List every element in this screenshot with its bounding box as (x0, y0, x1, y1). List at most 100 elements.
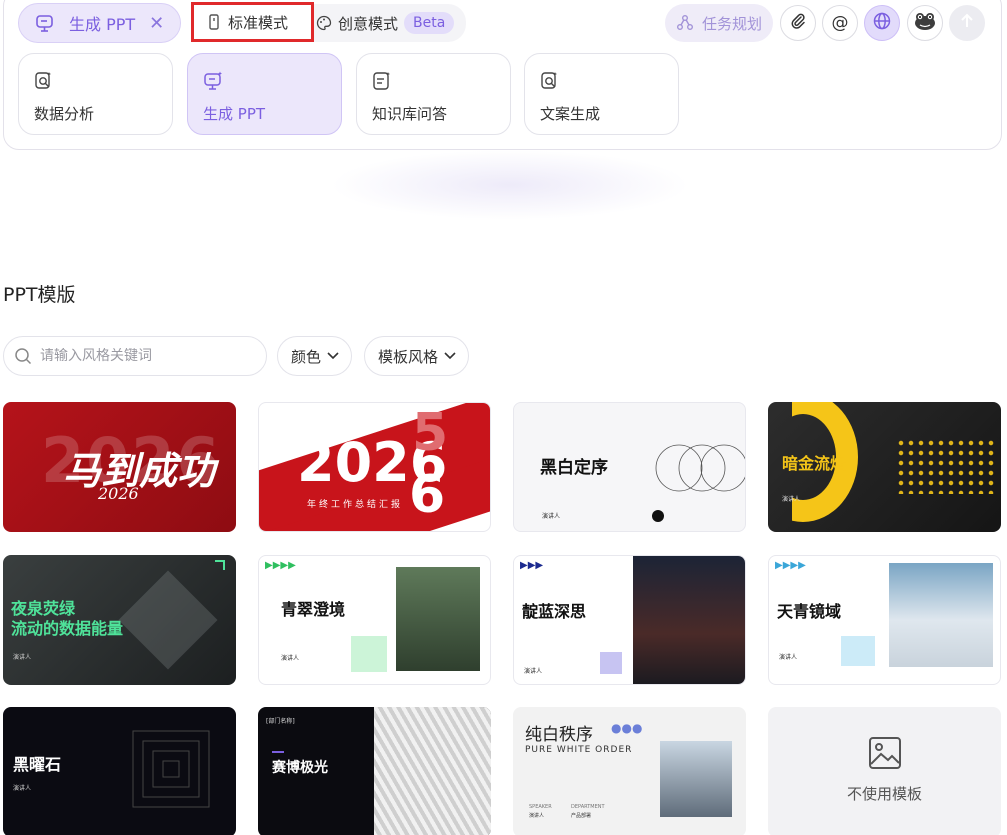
palette-icon (316, 15, 332, 31)
black-dot (652, 510, 664, 522)
agent-button[interactable] (907, 5, 943, 41)
document-icon (208, 14, 220, 30)
card-speaker: 演讲人 (779, 654, 798, 661)
no-template-label: 不使用模板 (846, 785, 922, 803)
template-card-cyber-aurora[interactable]: [部门名称] 赛博极光 (258, 707, 491, 835)
dots-graphic: ●●● (611, 721, 643, 735)
card-year-script: 2026 (98, 484, 139, 503)
purple-line (272, 751, 284, 753)
card-title: 天青镜域 (777, 602, 842, 621)
card-title: 靛蓝深思 (522, 602, 587, 621)
tool-label: 知识库问答 (372, 105, 448, 123)
tool-label: 数据分析 (34, 105, 95, 123)
at-icon: @ (831, 13, 849, 33)
style-filter-dropdown[interactable]: 模板风格 (364, 336, 470, 376)
card-title: 纯白秩序 (525, 725, 593, 745)
snow-mountain-photo (889, 563, 993, 667)
card-title: 暗金流焰 (782, 454, 847, 473)
card-subtitle: 年终工作总结汇报 (307, 500, 404, 510)
card-speaker: 演讲人 (542, 513, 561, 520)
globe-icon (872, 11, 892, 36)
background-glow (330, 150, 690, 220)
gold-dot-grid (896, 438, 996, 494)
card-speaker: 演讲人 (13, 785, 32, 792)
card-subtitle: PURE WHITE ORDER (525, 745, 633, 755)
card-title: 马到成功 (63, 448, 216, 493)
task-planning-button[interactable]: 任务规划 (665, 4, 773, 42)
ppt-mode-chip[interactable]: 生成 PPT ✕ (18, 3, 181, 43)
arrows-graphic: ▶▶▶▶ (265, 560, 296, 571)
template-card-2026-summary[interactable]: 2026-02-08 2026 5 6 年终工作总结汇报 (258, 402, 491, 532)
tool-card-data-analysis[interactable]: 数据分析 (18, 53, 173, 135)
template-card-night-spring-green[interactable]: 夜泉荧绿 流动的数据能量 演讲人 (3, 555, 236, 685)
no-template-card[interactable]: 不使用模板 (768, 707, 1001, 835)
template-card-obsidian[interactable]: 黑曜石 演讲人 (3, 707, 236, 835)
card-title-line2: 流动的数据能量 (11, 619, 124, 638)
search-input[interactable] (40, 348, 250, 364)
tool-card-copywriting[interactable]: 文案生成 (524, 53, 679, 135)
color-filter-dropdown[interactable]: 颜色 (277, 336, 353, 376)
frog-avatar-icon (913, 11, 937, 36)
office-photo (660, 741, 732, 817)
close-icon[interactable]: ✕ (149, 13, 164, 34)
purple-square-shape (600, 652, 622, 674)
send-button[interactable] (949, 5, 985, 41)
standard-mode-label: 标准模式 (228, 13, 289, 32)
speaker-value: 演讲人 (529, 813, 545, 819)
template-card-sky-mirror[interactable]: ▶▶▶▶ 天青镜域 演讲人 (768, 555, 1001, 685)
speaker-label: SPEAKER (529, 804, 552, 810)
green-square-shape (351, 636, 387, 672)
tool-card-ppt[interactable]: 生成 PPT (187, 53, 342, 135)
card-speaker: 演讲人 (13, 654, 32, 661)
department-value: 产品部署 (571, 813, 592, 819)
ppt-icon (35, 13, 55, 33)
style-search-field[interactable] (3, 336, 267, 376)
arrows-graphic: ▶▶▶ (520, 560, 544, 571)
creative-mode-label: 创意模式 (338, 14, 399, 33)
cyan-square-shape (841, 636, 875, 666)
arrow-graphic (215, 560, 225, 570)
attachment-button[interactable] (780, 5, 816, 41)
crystal-graphic (118, 570, 218, 670)
card-date: 2026-02-08 (299, 423, 340, 431)
card-digit-6: 6 (409, 465, 446, 525)
section-title: PPT模版 (3, 284, 76, 306)
search-icon (14, 347, 32, 365)
card-title: 黑白定序 (540, 458, 608, 478)
template-card-ma-dao-cheng-gong[interactable]: 2026 马到成功 2026 (3, 402, 236, 532)
card-title: 青翠澄境 (281, 600, 346, 619)
arrow-up-icon (959, 13, 975, 34)
card-speaker: 演讲人 (281, 655, 300, 662)
tool-label: 生成 PPT (203, 105, 266, 123)
card-title: 黑曜石 (13, 755, 62, 774)
ppt-chip-label: 生成 PPT (69, 15, 136, 34)
task-planning-label: 任务规划 (701, 14, 762, 33)
department-label: DEPARTMENT (571, 804, 605, 810)
data-analysis-icon (34, 71, 54, 91)
template-card-pure-white-order[interactable]: 纯白秩序 ●●● PURE WHITE ORDER SPEAKER 演讲人 DE… (513, 707, 746, 835)
template-card-black-white-order[interactable]: 黑白定序 演讲人 (513, 402, 746, 532)
style-filter-label: 模板风格 (378, 347, 439, 366)
tool-label: 文案生成 (540, 105, 601, 123)
template-card-green-clear[interactable]: ▶▶▶▶ 青翠澄境 演讲人 (258, 555, 491, 685)
night-city-photo (633, 556, 745, 684)
template-card-indigo-thought[interactable]: ▶▶▶ 靛蓝深思 演讲人 (513, 555, 746, 685)
server-room-photo (396, 567, 480, 671)
arrows-graphic: ▶▶▶▶ (775, 560, 806, 571)
standard-mode-button[interactable]: 标准模式 (191, 2, 314, 42)
task-planning-icon (676, 14, 694, 32)
card-digit-5: 5 (412, 403, 449, 463)
card-speaker: 演讲人 (782, 496, 801, 503)
mention-button[interactable]: @ (822, 5, 858, 41)
copywriting-icon (540, 71, 560, 91)
template-card-dark-gold-flame[interactable]: 暗金流焰 演讲人 (768, 402, 1001, 532)
creative-mode-button[interactable]: 创意模式 Beta (314, 4, 467, 42)
card-speaker: 演讲人 (524, 668, 543, 675)
chevron-down-icon (327, 352, 339, 360)
white-waves-photo (374, 707, 491, 835)
tool-card-knowledge[interactable]: 知识库问答 (356, 53, 511, 135)
paperclip-icon (789, 12, 807, 35)
card-tag: [部门名称] (266, 718, 295, 725)
nested-squares-graphic (132, 730, 210, 808)
web-search-button[interactable] (864, 5, 900, 41)
